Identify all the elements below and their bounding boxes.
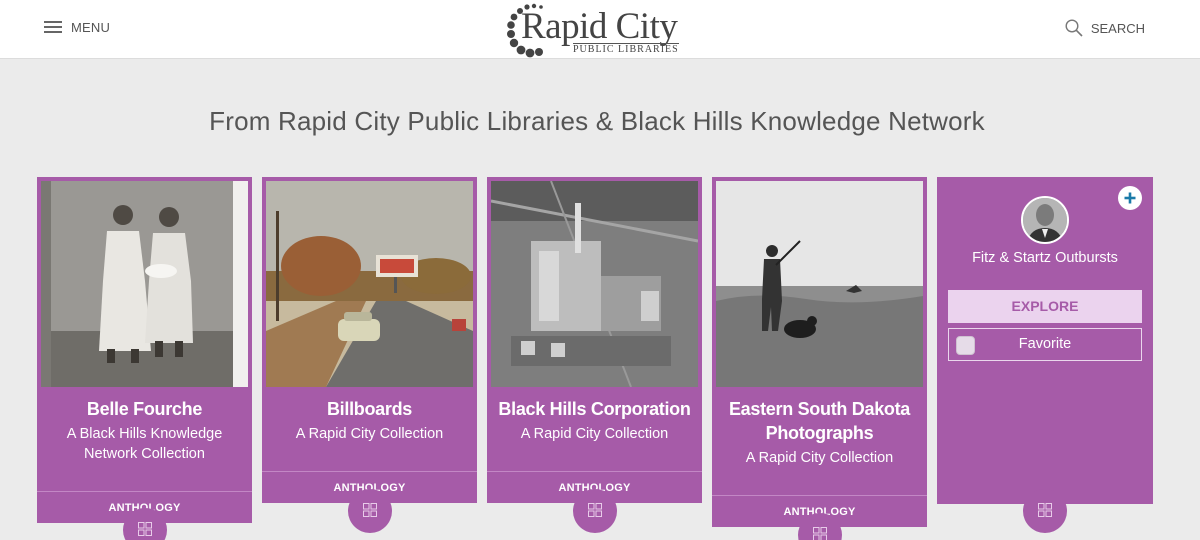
billboard-street-image [266,181,473,387]
menu-button[interactable]: MENU [44,20,110,35]
card-title[interactable]: Black Hills Corporation [491,397,698,421]
grid-icon [1038,503,1052,517]
card-subtitle: A Rapid City Collection [745,450,894,466]
card-title[interactable]: Billboards [266,397,473,421]
grid-icon [588,503,602,517]
collection-image[interactable] [41,181,248,387]
search-button[interactable]: SEARCH [1065,19,1145,37]
logo-title: Rapid City [521,6,678,47]
collection-card[interactable]: Belle Fourche A Black Hills Knowledge Ne… [37,177,252,523]
collection-image[interactable] [266,181,473,387]
search-icon [1065,19,1083,37]
add-button[interactable] [1118,186,1142,210]
search-label: SEARCH [1090,20,1145,36]
aerial-plant-image [491,181,698,387]
card-subtitle: A Rapid City Collection [520,426,669,442]
site-logo[interactable]: Rapid City PUBLIC LIBRARIES [503,2,703,58]
grid-icon [138,522,152,536]
feature-title: Fitz & Startz Outbursts [972,250,1118,266]
card-grid-button[interactable] [573,489,617,533]
collection-card[interactable]: Billboards A Rapid City Collection ANTHO… [262,177,477,503]
grid-icon [363,503,377,517]
card-subtitle: A Rapid City Collection [295,426,444,442]
favorite-label: Favorite [1018,336,1072,352]
collection-card[interactable]: Black Hills Corporation A Rapid City Col… [487,177,702,503]
site-header: MENU Rapid City PUBLIC LIBRARIES SEARCH [0,0,1200,59]
explore-button[interactable]: EXPLORE [948,290,1142,323]
collection-card[interactable]: Eastern South Dakota Photographs A Rapid… [712,177,927,527]
card-title[interactable]: Eastern South Dakota Photographs [716,397,923,445]
card-grid-button[interactable] [348,489,392,533]
logo-subtitle: PUBLIC LIBRARIES [573,43,679,55]
avatar [1021,196,1069,244]
card-title[interactable]: Belle Fourche [41,397,248,421]
portrait-image [1023,198,1067,242]
sepia-photo-image [41,181,248,387]
page-title: From Rapid City Public Libraries & Black… [209,106,985,136]
card-subtitle: A Black Hills Knowledge Network Collecti… [66,426,223,462]
favorite-button[interactable]: Favorite [948,328,1142,361]
card-grid-button[interactable] [1023,489,1067,533]
collection-image[interactable] [491,181,698,387]
featured-collection-card[interactable]: Fitz & Startz Outbursts EXPLORE Favorite [937,177,1153,504]
menu-label: MENU [71,20,111,35]
grid-icon [813,527,827,540]
collection-image[interactable] [716,181,923,387]
hamburger-icon [44,21,62,34]
hunter-field-image [716,181,923,387]
plus-icon [1124,192,1136,204]
